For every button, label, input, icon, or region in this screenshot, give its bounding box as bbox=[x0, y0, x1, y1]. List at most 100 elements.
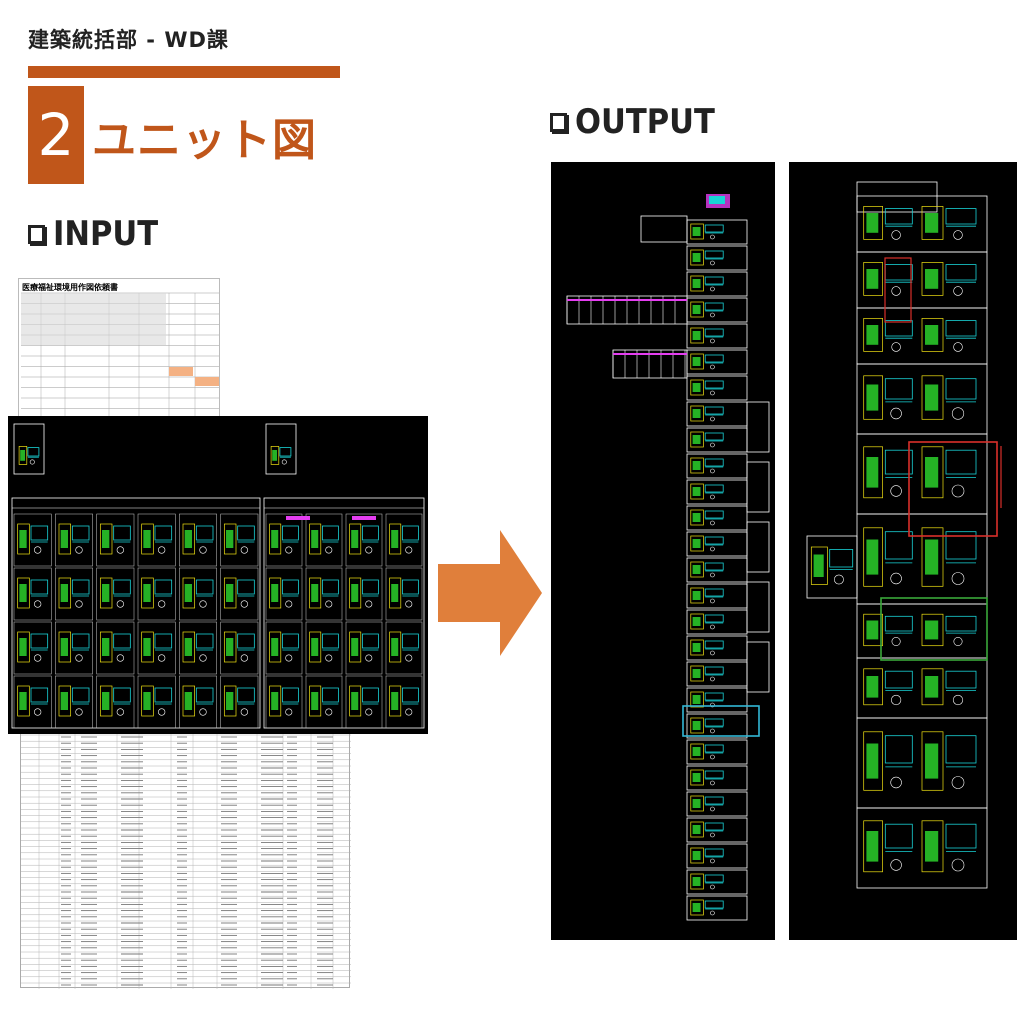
unit-circle bbox=[890, 485, 902, 497]
unit-fixture bbox=[692, 643, 701, 652]
unit-circle bbox=[34, 654, 42, 662]
unit-fixture bbox=[866, 384, 879, 411]
unit-circle bbox=[116, 654, 124, 662]
unit-circle bbox=[710, 910, 715, 916]
request-form-thumbnail bbox=[18, 278, 220, 418]
unit-circle bbox=[710, 858, 715, 864]
unit-equipment bbox=[71, 687, 90, 703]
unit-equipment bbox=[281, 633, 299, 649]
unit-fixture bbox=[692, 253, 701, 262]
unit-circle bbox=[34, 708, 42, 716]
unit-circle bbox=[34, 546, 42, 554]
section-title: ユニット図 bbox=[92, 115, 317, 166]
unit-fixture bbox=[143, 638, 151, 656]
unit-equipment bbox=[113, 525, 131, 541]
unit-equipment bbox=[30, 633, 49, 649]
unit-circle bbox=[953, 636, 963, 646]
unit-equipment bbox=[884, 615, 913, 632]
unit-equipment bbox=[945, 670, 977, 689]
unit-equipment bbox=[945, 378, 977, 400]
unit-fixture bbox=[311, 530, 319, 548]
unit-fixture bbox=[692, 825, 701, 834]
unit-fixture bbox=[20, 450, 26, 461]
unit-equipment bbox=[704, 380, 724, 389]
unit-circle bbox=[365, 708, 373, 716]
unit-circle bbox=[710, 806, 715, 812]
unit-fixture bbox=[351, 692, 359, 710]
unit-circle bbox=[710, 624, 715, 630]
unit-fixture bbox=[813, 554, 824, 577]
arrow-right-icon bbox=[438, 530, 542, 656]
output-heading: OUTPUT bbox=[550, 102, 715, 142]
unit-equipment bbox=[945, 735, 977, 764]
highlight-box bbox=[884, 257, 912, 323]
unit-equipment bbox=[704, 484, 724, 493]
unit-fixture bbox=[925, 384, 939, 411]
unit-circle bbox=[890, 694, 902, 706]
unit-equipment bbox=[321, 579, 339, 595]
input-heading: INPUT bbox=[28, 214, 158, 254]
unit-equipment bbox=[704, 640, 724, 649]
unit-equipment bbox=[401, 579, 419, 595]
unit-fixture bbox=[692, 903, 701, 912]
unit-circle bbox=[710, 780, 715, 786]
unit-fixture bbox=[866, 213, 879, 233]
unit-circle bbox=[240, 546, 248, 554]
unit-fixture bbox=[102, 692, 110, 710]
unit-circle bbox=[199, 654, 207, 662]
unit-fixture bbox=[226, 530, 234, 548]
unit-equipment bbox=[704, 614, 724, 623]
unit-circle bbox=[75, 546, 83, 554]
unit-equipment bbox=[704, 874, 724, 883]
unit-circle bbox=[710, 338, 715, 344]
checkbox-icon bbox=[28, 224, 45, 244]
unit-equipment bbox=[30, 579, 49, 595]
unit-fixture bbox=[692, 513, 701, 522]
unit-equipment bbox=[361, 579, 379, 595]
unit-circle bbox=[285, 708, 293, 716]
unit-equipment bbox=[154, 633, 173, 649]
unit-circle bbox=[890, 859, 902, 871]
unit-equipment bbox=[704, 562, 724, 571]
unit-fixture bbox=[19, 530, 27, 548]
title-tag bbox=[709, 196, 725, 204]
unit-fixture bbox=[351, 638, 359, 656]
unit-equipment bbox=[884, 320, 913, 337]
unit-fixture bbox=[692, 539, 701, 548]
unit-equipment bbox=[704, 302, 724, 311]
unit-circle bbox=[951, 484, 965, 498]
unit-circle bbox=[890, 407, 902, 420]
output-plan-drawing-1 bbox=[566, 194, 770, 921]
unit-circle bbox=[405, 708, 413, 716]
unit-equipment bbox=[945, 449, 977, 475]
unit-circle bbox=[710, 546, 715, 552]
unit-fixture bbox=[60, 584, 68, 602]
unit-circle bbox=[285, 654, 293, 662]
form-shaded-area bbox=[21, 293, 166, 345]
unit-circle bbox=[710, 754, 715, 760]
unit-circle bbox=[710, 572, 715, 578]
unit-circle bbox=[890, 572, 902, 585]
unit-fixture bbox=[692, 279, 701, 288]
unit-fixture bbox=[925, 325, 939, 345]
unit-circle bbox=[405, 600, 413, 608]
unit-circle bbox=[365, 654, 373, 662]
request-form-title: 医療福祉環境用作図依頼書 bbox=[22, 283, 118, 292]
unit-equipment bbox=[113, 633, 131, 649]
unit-circle bbox=[710, 234, 715, 240]
unit-equipment bbox=[71, 579, 90, 595]
unit-fixture bbox=[102, 584, 110, 602]
unit-fixture bbox=[866, 676, 879, 698]
unit-equipment bbox=[945, 615, 977, 632]
annex-frame bbox=[746, 521, 770, 573]
output-floor-plan-1 bbox=[551, 162, 775, 940]
unit-fixture bbox=[925, 743, 939, 779]
annex-frame bbox=[746, 401, 770, 453]
unit-equipment bbox=[401, 525, 419, 541]
unit-fixture bbox=[184, 692, 192, 710]
unit-equipment bbox=[704, 432, 724, 441]
unit-equipment bbox=[829, 549, 854, 568]
unit-fixture bbox=[866, 269, 879, 289]
unit-equipment bbox=[195, 633, 214, 649]
unit-equipment bbox=[704, 588, 724, 597]
